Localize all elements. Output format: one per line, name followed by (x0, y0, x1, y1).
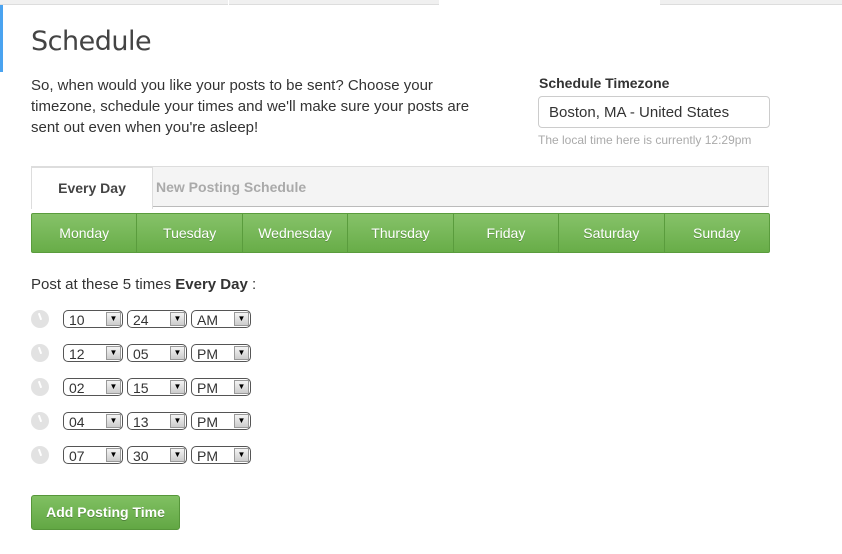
top-tab-1[interactable] (0, 0, 228, 5)
ampm-select[interactable]: AM ▼ (191, 310, 251, 328)
active-indicator (0, 5, 3, 72)
timezone-input[interactable]: Boston, MA - United States (538, 96, 770, 128)
minute-select-value: 13 (133, 414, 149, 430)
page-title: Schedule (31, 26, 152, 57)
add-posting-time-button[interactable]: Add Posting Time (31, 495, 180, 530)
time-row: 02 ▼ 15 ▼ PM ▼ (31, 377, 255, 397)
hour-select-value: 12 (69, 346, 85, 362)
day-selector: Monday Tuesday Wednesday Thursday Friday… (31, 213, 770, 253)
hour-select[interactable]: 02 ▼ (63, 378, 123, 396)
clock-icon (31, 446, 49, 464)
ampm-select[interactable]: PM ▼ (191, 344, 251, 362)
hour-select-value: 02 (69, 380, 85, 396)
minute-select[interactable]: 24 ▼ (127, 310, 187, 328)
post-schedule-name: Every Day (175, 276, 248, 293)
ampm-select-value: PM (197, 448, 218, 464)
dropdown-arrow-icon: ▼ (234, 346, 249, 360)
hour-select[interactable]: 07 ▼ (63, 446, 123, 464)
top-tab-4[interactable] (660, 0, 842, 5)
ampm-select-value: PM (197, 346, 218, 362)
dropdown-arrow-icon: ▼ (106, 312, 121, 326)
minute-select[interactable]: 13 ▼ (127, 412, 187, 430)
ampm-select[interactable]: PM ▼ (191, 378, 251, 396)
day-monday[interactable]: Monday (32, 214, 136, 252)
day-wednesday[interactable]: Wednesday (241, 214, 347, 252)
ampm-select[interactable]: PM ▼ (191, 412, 251, 430)
minute-select[interactable]: 15 ▼ (127, 378, 187, 396)
dropdown-arrow-icon: ▼ (234, 312, 249, 326)
post-prefix: Post at these 5 times (31, 276, 176, 293)
hour-select-value: 10 (69, 312, 85, 328)
minute-select[interactable]: 30 ▼ (127, 446, 187, 464)
ampm-select-value: PM (197, 414, 218, 430)
day-friday[interactable]: Friday (452, 214, 558, 252)
ampm-select[interactable]: PM ▼ (191, 446, 251, 464)
dropdown-arrow-icon: ▼ (170, 312, 185, 326)
dropdown-arrow-icon: ▼ (106, 414, 121, 428)
dropdown-arrow-icon: ▼ (170, 380, 185, 394)
clock-icon (31, 378, 49, 396)
hour-select[interactable]: 04 ▼ (63, 412, 123, 430)
minute-select-value: 05 (133, 346, 149, 362)
ampm-select-value: AM (197, 312, 218, 328)
clock-icon (31, 344, 49, 362)
day-saturday[interactable]: Saturday (558, 214, 663, 252)
dropdown-arrow-icon: ▼ (234, 380, 249, 394)
dropdown-arrow-icon: ▼ (106, 380, 121, 394)
hour-select-value: 04 (69, 414, 85, 430)
minute-select-value: 24 (133, 312, 149, 328)
timezone-label: Schedule Timezone (539, 75, 670, 91)
minute-select-value: 15 (133, 380, 149, 396)
tab-new-posting-schedule[interactable]: New Posting Schedule (156, 167, 306, 208)
dropdown-arrow-icon: ▼ (170, 346, 185, 360)
day-thursday[interactable]: Thursday (347, 214, 452, 252)
hour-select[interactable]: 10 ▼ (63, 310, 123, 328)
time-row: 04 ▼ 13 ▼ PM ▼ (31, 411, 255, 431)
minute-select[interactable]: 05 ▼ (127, 344, 187, 362)
time-row: 10 ▼ 24 ▼ AM ▼ (31, 309, 255, 329)
dropdown-arrow-icon: ▼ (106, 346, 121, 360)
dropdown-arrow-icon: ▼ (170, 414, 185, 428)
post-times-heading: Post at these 5 times Every Day : (31, 276, 256, 293)
day-tuesday[interactable]: Tuesday (136, 214, 241, 252)
clock-icon (31, 412, 49, 430)
time-row: 07 ▼ 30 ▼ PM ▼ (31, 445, 255, 465)
hour-select-value: 07 (69, 448, 85, 464)
time-row: 12 ▼ 05 ▼ PM ▼ (31, 343, 255, 363)
day-sunday[interactable]: Sunday (663, 214, 769, 252)
tab-every-day[interactable]: Every Day (31, 167, 153, 209)
intro-text: So, when would you like your posts to be… (31, 77, 470, 136)
dropdown-arrow-icon: ▼ (234, 414, 249, 428)
dropdown-arrow-icon: ▼ (106, 448, 121, 462)
dropdown-arrow-icon: ▼ (234, 448, 249, 462)
post-suffix: : (247, 276, 257, 293)
schedule-tabs: Every Day New Posting Schedule (31, 166, 769, 209)
clock-icon (31, 310, 49, 328)
hour-select[interactable]: 12 ▼ (63, 344, 123, 362)
local-time-hint: The local time here is currently 12:29pm (538, 133, 752, 147)
top-tab-2[interactable] (229, 0, 439, 5)
minute-select-value: 30 (133, 448, 149, 464)
ampm-select-value: PM (197, 380, 218, 396)
dropdown-arrow-icon: ▼ (170, 448, 185, 462)
